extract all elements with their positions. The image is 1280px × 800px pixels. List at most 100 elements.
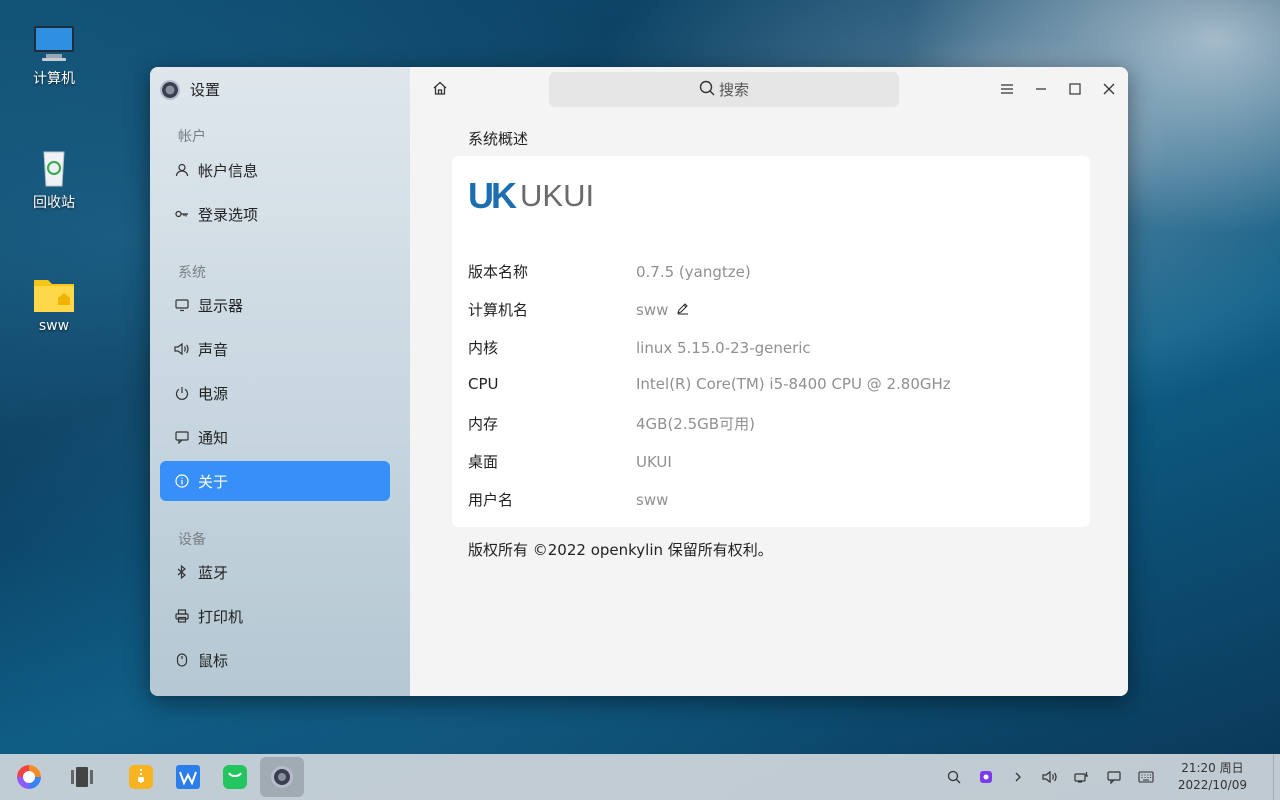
info-row-username: 用户名 sww xyxy=(468,489,668,510)
copyright-text: 版权所有 ©2022 openkylin 保留所有权利。 xyxy=(468,541,773,559)
app-title: 设置 xyxy=(190,81,221,99)
edit-icon[interactable] xyxy=(676,301,690,319)
sidebar-item-printer[interactable]: 打印机 xyxy=(160,596,390,636)
notification-icon[interactable] xyxy=(1105,768,1123,786)
keyboard-icon[interactable] xyxy=(1137,768,1155,786)
multitask-icon xyxy=(71,767,93,787)
desktop-icon-trash[interactable]: 回收站 xyxy=(20,148,88,212)
computer-icon xyxy=(32,24,76,64)
close-button[interactable] xyxy=(1099,79,1119,99)
desktop-icon-label: 计算机 xyxy=(33,71,75,87)
info-row-kernel: 内核 linux 5.15.0-23-generic xyxy=(468,337,811,358)
sidebar-item-label: 显示器 xyxy=(198,296,244,315)
sidebar-item-sound[interactable]: 声音 xyxy=(160,329,390,369)
bluetooth-icon xyxy=(174,564,190,580)
sidebar-item-notifications[interactable]: 通知 xyxy=(160,417,390,457)
info-value: sww xyxy=(636,490,669,509)
info-value: UKUI xyxy=(636,452,672,471)
menu-button[interactable] xyxy=(997,79,1017,99)
desktop-icon-label: 回收站 xyxy=(33,195,75,211)
clock[interactable]: 21:20 周日 2022/10/09 xyxy=(1178,760,1247,794)
info-row-cpu: CPU Intel(R) Core(TM) i5-8400 CPU @ 2.80… xyxy=(468,375,951,393)
info-row-desktop: 桌面 UKUI xyxy=(468,451,672,472)
message-icon xyxy=(174,429,190,445)
search-input[interactable]: 搜索 xyxy=(549,72,899,107)
ukui-logo: UK UKUI xyxy=(468,178,594,214)
sidebar-item-label: 关于 xyxy=(198,472,229,491)
system-overview-card: UK UKUI 版本名称 0.7.5 (yangtze) 计算机名 sww 内核… xyxy=(452,156,1090,527)
info-value: Intel(R) Core(TM) i5-8400 CPU @ 2.80GHz xyxy=(636,375,951,393)
desktop-icon-home-folder[interactable]: sww xyxy=(20,274,88,334)
search-icon[interactable] xyxy=(945,768,963,786)
sidebar-item-about[interactable]: 关于 xyxy=(160,461,390,501)
info-key: 桌面 xyxy=(468,453,499,471)
section-title: 系统概述 xyxy=(468,130,529,148)
settings-app-icon xyxy=(160,79,180,100)
taskbar-app-settings[interactable] xyxy=(260,757,304,797)
home-folder-icon xyxy=(32,274,76,314)
multitask-view-button[interactable] xyxy=(64,759,100,795)
sidebar-item-label: 登录选项 xyxy=(198,205,259,224)
info-value: sww xyxy=(636,300,669,319)
brand-text: UKUI xyxy=(520,178,595,213)
search-icon xyxy=(699,80,715,100)
minimize-button[interactable] xyxy=(1031,79,1051,99)
info-value-wrap: sww xyxy=(636,299,690,320)
user-icon xyxy=(174,162,190,178)
info-key: 内核 xyxy=(468,339,499,357)
screenshot-tray-icon[interactable] xyxy=(977,768,995,786)
clock-time: 21:20 周日 xyxy=(1181,761,1244,775)
group-title-system: 系统 xyxy=(178,265,206,281)
sidebar-item-power[interactable]: 电源 xyxy=(160,373,390,413)
sidebar-item-label: 声音 xyxy=(198,340,229,359)
sidebar-item-label: 通知 xyxy=(198,428,229,447)
show-desktop-button[interactable] xyxy=(1273,754,1280,800)
sidebar-item-bluetooth[interactable]: 蓝牙 xyxy=(160,552,390,592)
messenger-icon xyxy=(223,765,247,789)
info-value: 0.7.5 (yangtze) xyxy=(636,262,751,281)
brand-mark: UK xyxy=(468,175,517,216)
sidebar-item-label: 鼠标 xyxy=(198,651,229,670)
start-menu-icon xyxy=(17,765,41,789)
chevron-right-icon[interactable] xyxy=(1009,768,1027,786)
volume-icon[interactable] xyxy=(1041,768,1059,786)
start-menu-button[interactable] xyxy=(11,759,47,795)
maximize-button[interactable] xyxy=(1065,79,1085,99)
taskbar: 21:20 周日 2022/10/09 xyxy=(0,754,1280,800)
group-title-accounts: 帐户 xyxy=(178,129,206,145)
desktop-icon-label: sww xyxy=(38,318,70,334)
sidebar-item-label: 蓝牙 xyxy=(198,563,229,582)
network-icon[interactable] xyxy=(1073,768,1091,786)
sidebar: 设置 帐户 帐户信息 登录选项 系统 显示器 声音 电源 通知 关于 设备 蓝牙… xyxy=(150,67,410,696)
clock-date: 2022/10/09 xyxy=(1177,778,1247,792)
sidebar-item-login-options[interactable]: 登录选项 xyxy=(160,194,390,234)
app-header: 设置 xyxy=(160,79,220,100)
sidebar-item-label: 电源 xyxy=(198,384,229,403)
taskbar-app-messenger[interactable] xyxy=(217,759,253,795)
home-icon[interactable] xyxy=(432,80,450,98)
info-key: 版本名称 xyxy=(468,263,529,281)
wps-icon xyxy=(176,765,200,789)
info-key: CPU xyxy=(468,375,499,393)
settings-icon xyxy=(271,766,293,788)
sidebar-item-label: 帐户信息 xyxy=(198,161,259,180)
search-placeholder: 搜索 xyxy=(718,81,749,99)
speaker-icon xyxy=(174,341,190,357)
sidebar-item-mouse[interactable]: 鼠标 xyxy=(160,640,390,680)
desktop-icon-computer[interactable]: 计算机 xyxy=(20,24,88,88)
info-key: 内存 xyxy=(468,415,499,433)
info-row-hostname: 计算机名 sww xyxy=(468,299,690,320)
mouse-icon xyxy=(174,652,190,668)
monitor-icon xyxy=(174,297,190,313)
settings-window: 设置 帐户 帐户信息 登录选项 系统 显示器 声音 电源 通知 关于 设备 蓝牙… xyxy=(150,67,1128,696)
info-value: linux 5.15.0-23-generic xyxy=(636,338,811,357)
sidebar-item-display[interactable]: 显示器 xyxy=(160,285,390,325)
info-value: 4GB(2.5GB可用) xyxy=(636,415,755,433)
info-row-version: 版本名称 0.7.5 (yangtze) xyxy=(468,261,751,282)
sidebar-item-account-info[interactable]: 帐户信息 xyxy=(160,150,390,190)
taskbar-app-wps[interactable] xyxy=(170,759,206,795)
main-panel: 搜索 系统概述 UK UKUI 版本名称 0.7.5 (yangtze) 计算机 xyxy=(410,67,1128,696)
printer-icon xyxy=(174,608,190,624)
taskbar-app-file-manager[interactable] xyxy=(123,759,159,795)
sidebar-item-label: 打印机 xyxy=(198,607,244,626)
